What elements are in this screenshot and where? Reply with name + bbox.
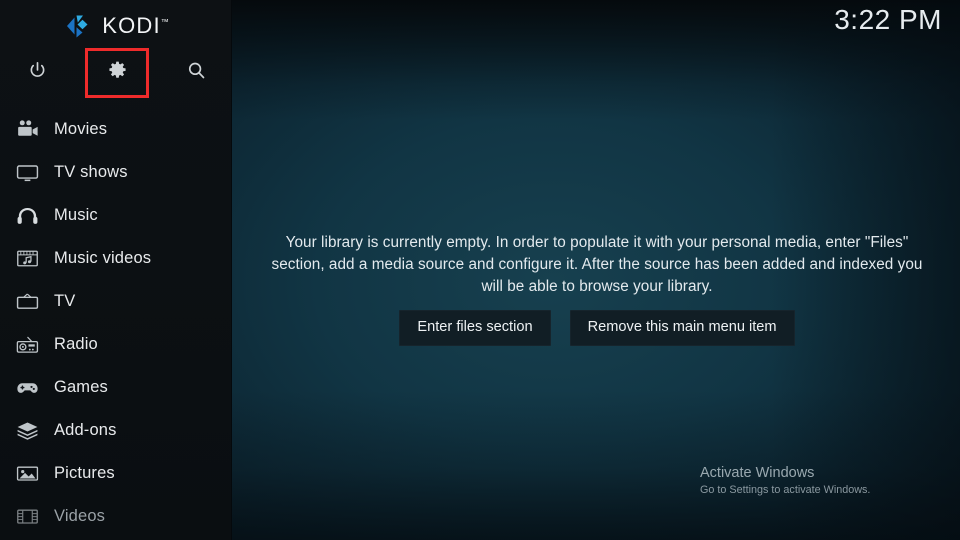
sidebar-item-videos[interactable]: Videos xyxy=(0,495,232,538)
sidebar-item-music[interactable]: Music xyxy=(0,194,232,237)
watermark-subtitle: Go to Settings to activate Windows. xyxy=(700,484,871,496)
empty-library-message: Your library is currently empty. In orde… xyxy=(271,234,923,295)
sidebar-item-label: TV xyxy=(54,292,76,310)
main-menu: Movies TV shows Music Music videos TV Ra… xyxy=(0,108,232,538)
gear-icon xyxy=(107,60,128,86)
sidebar-item-label: Add-ons xyxy=(54,421,117,439)
sidebar-toolbar xyxy=(0,48,232,98)
pictures-icon xyxy=(12,461,42,487)
watermark-title: Activate Windows xyxy=(700,465,815,481)
app-logo: KODI™ xyxy=(0,10,232,42)
tv-monitor-icon xyxy=(12,160,42,186)
sidebar-item-label: Games xyxy=(54,378,108,396)
sidebar-item-label: TV shows xyxy=(54,163,128,181)
sidebar-item-music-videos[interactable]: Music videos xyxy=(0,237,232,280)
kodi-app-window: KODI™ Movies TV shows Music Music videos… xyxy=(0,0,960,540)
sidebar: KODI™ Movies TV shows Music Music videos… xyxy=(0,0,232,540)
power-icon xyxy=(27,60,48,86)
gamepad-icon xyxy=(12,375,42,401)
sidebar-item-label: Music videos xyxy=(54,249,152,267)
windows-activation-watermark: Activate Windows Go to Settings to activ… xyxy=(700,464,920,498)
power-button[interactable] xyxy=(5,48,69,98)
settings-button[interactable] xyxy=(85,48,149,98)
headphones-icon xyxy=(12,203,42,229)
enter-files-section-button[interactable]: Enter files section xyxy=(399,310,551,346)
remove-main-menu-item-button[interactable]: Remove this main menu item xyxy=(569,310,795,346)
sidebar-item-label: Radio xyxy=(54,335,98,353)
search-icon xyxy=(186,60,207,86)
empty-library-actions: Enter files section Remove this main men… xyxy=(248,310,946,346)
movie-camera-icon xyxy=(12,117,42,143)
radio-icon xyxy=(12,332,42,358)
tv-antenna-icon xyxy=(12,289,42,315)
sidebar-item-games[interactable]: Games xyxy=(0,366,232,409)
kodi-logo-icon xyxy=(63,13,93,39)
search-button[interactable] xyxy=(164,48,228,98)
addons-box-icon xyxy=(12,418,42,444)
app-name: KODI xyxy=(102,13,161,38)
sidebar-item-tv-shows[interactable]: TV shows xyxy=(0,151,232,194)
sidebar-item-movies[interactable]: Movies xyxy=(0,108,232,151)
sidebar-item-label: Movies xyxy=(54,120,108,138)
sidebar-item-add-ons[interactable]: Add-ons xyxy=(0,409,232,452)
sidebar-item-label: Pictures xyxy=(54,464,115,482)
empty-library-panel: Your library is currently empty. In orde… xyxy=(248,232,946,346)
sidebar-item-tv[interactable]: TV xyxy=(0,280,232,323)
film-strip-icon xyxy=(12,504,42,530)
trademark-symbol: ™ xyxy=(160,17,169,27)
sidebar-item-label: Music xyxy=(54,206,98,224)
sidebar-item-radio[interactable]: Radio xyxy=(0,323,232,366)
sidebar-item-pictures[interactable]: Pictures xyxy=(0,452,232,495)
clock: 3:22 PM xyxy=(834,4,942,35)
music-video-icon xyxy=(12,246,42,272)
sidebar-item-label: Videos xyxy=(54,507,106,525)
app-logo-text: KODI™ xyxy=(102,15,169,37)
